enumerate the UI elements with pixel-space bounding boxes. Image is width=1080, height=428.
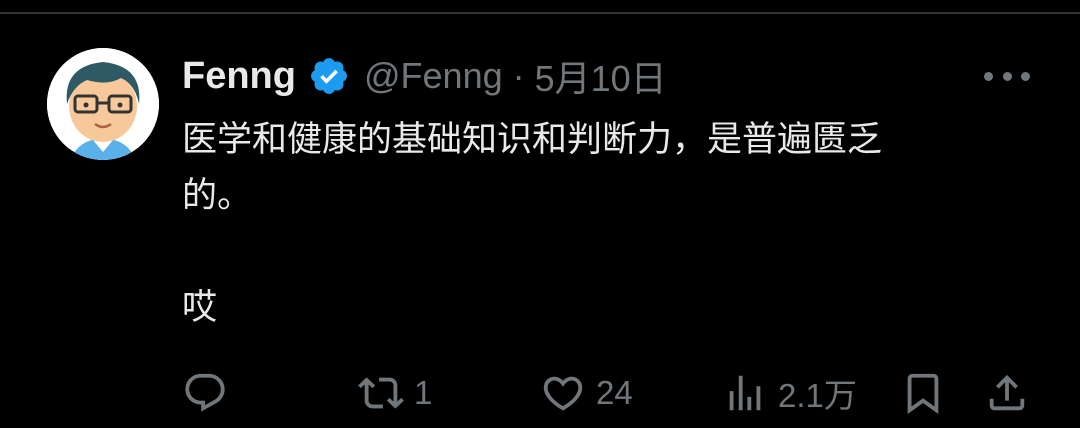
tweet-text: 医学和健康的基础知识和判断力，是普遍匮乏 的。 哎	[182, 112, 1042, 336]
views-icon	[729, 375, 761, 411]
action-bar: 1 24 2.1万	[0, 364, 1080, 422]
tweet-date[interactable]: 5月10日	[535, 50, 667, 102]
retweet-icon	[358, 377, 404, 409]
reply-button[interactable]	[182, 364, 238, 422]
views-button[interactable]: 2.1万	[722, 364, 857, 422]
tweet-text-line: 医学和健康的基础知识和判断力，是普遍匮乏	[182, 120, 883, 160]
reply-icon	[185, 373, 225, 412]
display-name[interactable]: Fenng	[182, 55, 296, 98]
like-button[interactable]: 24	[540, 364, 633, 422]
like-count: 24	[596, 374, 633, 411]
bookmark-icon	[907, 373, 939, 414]
tweet-text-line: 哎	[182, 288, 218, 328]
retweet-count: 1	[414, 374, 433, 411]
avatar-cartoon-image	[47, 48, 159, 160]
share-icon	[989, 374, 1025, 411]
share-button[interactable]	[984, 364, 1030, 422]
user-handle[interactable]: @Fenng	[364, 55, 503, 97]
avatar[interactable]	[47, 48, 159, 160]
like-icon	[543, 376, 583, 411]
divider	[0, 12, 1080, 14]
tweet-header: Fenng @Fenng · 5月10日	[182, 50, 667, 102]
more-icon[interactable]	[984, 66, 1030, 86]
bookmark-button[interactable]	[900, 364, 946, 422]
separator-dot: ·	[512, 55, 525, 96]
tweet-text-line: 的。	[182, 176, 253, 216]
view-count: 2.1万	[778, 377, 857, 414]
retweet-button[interactable]: 1	[358, 364, 432, 422]
verified-badge-icon[interactable]	[308, 55, 350, 97]
